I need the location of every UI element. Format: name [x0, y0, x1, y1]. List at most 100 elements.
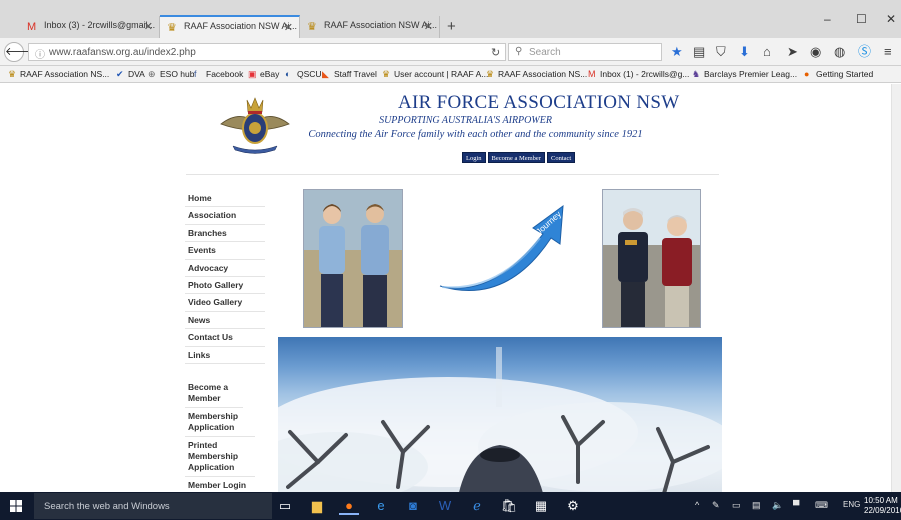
sidebar-item-contact-us[interactable]: Contact Us [185, 329, 265, 347]
skype-icon[interactable]: Ⓢ [858, 45, 871, 59]
bookmark-star-icon[interactable]: ★ [671, 45, 683, 59]
bookmark-item[interactable]: ♛ RAAF Association NS... [8, 69, 109, 80]
bookmark-item[interactable]: ♛ User account | RAAF A... [382, 69, 488, 80]
page-scrollbar[interactable] [891, 84, 901, 492]
sidebar-item-membership-application[interactable]: Membership Application [185, 408, 255, 437]
extension-icon[interactable]: ◉ [810, 45, 821, 59]
hercules-illustration [278, 347, 722, 492]
dva-icon: ✔ [116, 69, 124, 79]
support-journey-arrow: Support on the Journey [439, 204, 564, 291]
calculator-icon[interactable]: ▦ [531, 497, 551, 515]
bookmark-item[interactable]: ✔ DVA [116, 69, 145, 80]
sidebar-item-become-member[interactable]: Become a Member [185, 379, 243, 408]
network-app-icon[interactable]: ⚙ [563, 497, 583, 515]
minimize-button[interactable]: – [824, 12, 831, 26]
raaf-crest-icon: ♛ [486, 69, 495, 79]
tab-raaf-2[interactable]: ♛ RAAF Association NSW Ai... ✕ [300, 16, 440, 38]
language-indicator[interactable]: ENG [843, 500, 860, 509]
battery-icon[interactable]: ▭ [732, 500, 741, 511]
site-title: AIR FORCE ASSOCIATION NSW [398, 92, 680, 113]
notification-icon[interactable]: ▀ [793, 500, 799, 510]
word-icon[interactable]: W [435, 497, 455, 515]
close-icon[interactable]: ✕ [424, 20, 433, 33]
pen-icon[interactable]: ✎ [712, 500, 720, 511]
tab-raaf-active[interactable]: ♛ RAAF Association NSW Ai... ✕ [160, 15, 300, 38]
back-button[interactable]: 🡐 [4, 42, 35, 62]
bookmark-item[interactable]: M Inbox (1) - 2rcwills@g... [588, 69, 689, 79]
navigation-toolbar: 🡐 ⓘ www.raafansw.org.au/index2.php ↻ ⚲ S… [0, 38, 901, 66]
url-text: www.raafansw.org.au/index2.php [49, 47, 196, 58]
sidebar-item-advocacy[interactable]: Advocacy [185, 260, 265, 277]
bookmark-item[interactable]: ♛ RAAF Association NS... [486, 69, 587, 80]
sidebar-item-links[interactable]: Links [185, 347, 265, 364]
bookmark-item[interactable]: ♞ Barclays Premier Leag... [692, 69, 797, 80]
internet-explorer-icon[interactable]: ℯ [467, 497, 487, 515]
airmen-illustration [304, 190, 402, 327]
eso-icon: ⊕ [148, 69, 156, 79]
tab-label: RAAF Association NSW Ai... [324, 20, 438, 30]
close-window-button[interactable]: ✕ [886, 12, 896, 26]
maximize-button[interactable]: ☐ [856, 12, 867, 26]
file-explorer-icon[interactable]: ▆ [307, 497, 327, 515]
sidebar-item-news[interactable]: News [185, 312, 265, 330]
edge-icon[interactable]: e [371, 497, 391, 515]
task-view-icon[interactable]: ▭ [275, 497, 295, 515]
sidebar-item-video-gallery[interactable]: Video Gallery [185, 294, 265, 312]
header-buttons: Login Become a Member Contact [462, 151, 577, 163]
store-icon[interactable]: 🛍 [499, 497, 519, 515]
close-icon[interactable]: ✕ [144, 20, 153, 33]
firefox-icon: ● [804, 69, 810, 79]
info-icon[interactable]: ⓘ [35, 46, 45, 61]
page-content: AIR FORCE ASSOCIATION NSW SUPPORTING AUS… [0, 84, 901, 492]
sidebar-item-home[interactable]: Home [185, 190, 265, 208]
taskbar-search-input[interactable]: Search the web and Windows [34, 493, 272, 519]
travel-icon: ◣ [322, 69, 329, 79]
become-member-button[interactable]: Become a Member [487, 152, 545, 163]
bookmark-item[interactable]: ⊕ ESO hub [148, 69, 195, 80]
bookmark-item[interactable]: ● Getting Started [804, 69, 873, 79]
show-hidden-icons[interactable]: ^ [695, 500, 699, 510]
bookmark-item[interactable]: f Facebook [194, 69, 243, 79]
search-input[interactable]: ⚲ Search [508, 43, 662, 61]
keyboard-icon[interactable]: ⌨ [815, 500, 828, 511]
send-icon[interactable]: ➤ [787, 45, 798, 59]
system-clock[interactable]: 10:50 AM 22/09/2016 [864, 496, 901, 516]
raaf-crest-icon: ♛ [8, 69, 17, 79]
network-icon[interactable]: ▤ [752, 500, 761, 511]
sidebar-item-events[interactable]: Events [185, 242, 265, 260]
address-bar[interactable]: ⓘ www.raafansw.org.au/index2.php [28, 43, 506, 61]
windows-start-icon[interactable] [10, 500, 22, 512]
sidebar-item-member-login[interactable]: Member Login [185, 477, 265, 492]
photo-young-airmen [303, 189, 403, 328]
download-icon[interactable]: ⬇ [739, 45, 750, 59]
bookmark-item[interactable]: ◣ Staff Travel [322, 69, 377, 80]
sidebar-item-printed-application[interactable]: Printed Membership Application [185, 437, 255, 477]
raaf-crest-icon: ♛ [167, 22, 177, 34]
reload-icon[interactable]: ↻ [491, 46, 500, 59]
sidebar-item-branches[interactable]: Branches [185, 225, 265, 243]
raaf-crest-icon: ♛ [307, 21, 317, 33]
hero-aircraft-image [278, 337, 722, 492]
tab-gmail-inbox[interactable]: M Inbox (3) - 2rcwills@gmail... ✕ [20, 16, 160, 38]
search-placeholder: Search [529, 47, 561, 58]
windows-taskbar: Search the web and Windows ▭ ▆ ● e ◙ W ℯ… [0, 492, 901, 520]
gmail-icon: M [27, 21, 37, 33]
chat-icon[interactable]: ◍ [834, 45, 845, 59]
contact-button[interactable]: Contact [546, 152, 576, 163]
ebay-icon: ▣ [248, 69, 257, 79]
sidebar-item-association[interactable]: Association [185, 207, 265, 225]
bookmark-item[interactable]: ▣ eBay [248, 69, 279, 80]
home-icon[interactable]: ⌂ [763, 45, 771, 59]
reading-list-icon[interactable]: ▤ [693, 45, 705, 59]
new-tab-button[interactable]: + [447, 18, 456, 35]
close-icon[interactable]: ✕ [284, 21, 293, 34]
outlook-icon[interactable]: ◙ [403, 497, 423, 515]
veterans-illustration [603, 190, 700, 327]
bookmark-item[interactable]: ◐ QSCU [285, 69, 322, 79]
sidebar-item-photo-gallery[interactable]: Photo Gallery [185, 277, 265, 295]
login-button[interactable]: Login [462, 152, 486, 163]
menu-icon[interactable]: ≡ [884, 45, 892, 59]
pocket-icon[interactable]: ⛉ [716, 45, 726, 59]
volume-icon[interactable]: 🔈 [772, 500, 783, 511]
firefox-taskbar-icon[interactable]: ● [339, 497, 359, 515]
